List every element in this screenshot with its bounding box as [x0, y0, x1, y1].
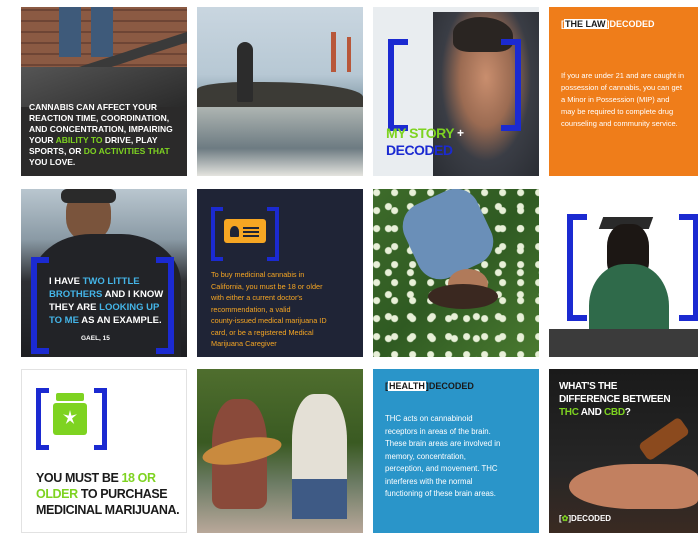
bracket-left-icon — [36, 388, 49, 450]
skater-legs-2 — [91, 7, 113, 57]
medicinal-paragraph: To buy medicinal cannabis in California,… — [211, 270, 327, 348]
bridge-tower — [331, 32, 336, 72]
decoded-badge: [✿]DECODED — [559, 514, 612, 523]
hand-shape — [569, 464, 698, 509]
cap — [61, 189, 116, 203]
ground — [549, 329, 698, 357]
tile1-text: CANNABIS CAN AFFECT YOUR REACTION TIME, … — [29, 102, 173, 167]
tile-medicinal-requirements[interactable]: To buy medicinal cannabis in California,… — [197, 189, 363, 357]
rocks — [197, 82, 363, 107]
tile-beach-photo[interactable] — [197, 7, 363, 176]
tile-cannabis-reaction[interactable]: CANNABIS CAN AFFECT YOUR REACTION TIME, … — [21, 7, 187, 176]
my-story-line2: DECODED — [386, 142, 453, 158]
tile-friends-photo[interactable] — [197, 369, 363, 533]
jeans — [292, 479, 347, 519]
quote-author: GAEL, 15 — [81, 335, 110, 342]
skater-legs — [59, 7, 81, 57]
bracket-right-icon — [94, 388, 107, 450]
bracket-right-icon — [501, 39, 521, 131]
person-denim — [394, 189, 502, 288]
plus-icon: + — [457, 126, 465, 140]
tile-law-decoded[interactable]: [THE LAW]DECODED If you are under 21 and… — [549, 7, 698, 176]
health-tag: [HEALTH]DECODED — [385, 381, 474, 391]
runner-figure — [237, 42, 253, 102]
water-reflection — [197, 107, 363, 176]
bridge-tower-2 — [347, 37, 351, 72]
tile-must-be-18[interactable]: YOU MUST BE 18 OR OLDER TO PURCHASE MEDI… — [21, 369, 187, 533]
quote-text: I HAVE TWO LITTLE BROTHERS AND I KNOW TH… — [49, 276, 164, 326]
ramp — [21, 67, 187, 107]
my-story-line1: MY STORY — [386, 125, 455, 141]
tile-health-decoded[interactable]: [HEALTH]DECODED THC acts on cannabinoid … — [373, 369, 539, 533]
bracket-left-icon — [388, 39, 408, 131]
tile-my-story[interactable]: MY STORY + DECODED — [373, 7, 539, 176]
id-card-icon — [224, 219, 266, 243]
bracket-left-icon — [567, 214, 587, 321]
bracket-left-icon — [31, 257, 49, 354]
tile-thc-cbd[interactable]: WHAT'S THE DIFFERENCE BETWEEN THC AND CB… — [549, 369, 698, 533]
person-hair — [428, 284, 498, 309]
bracket-right-icon — [267, 207, 279, 261]
bracket-left-icon — [211, 207, 223, 261]
must-be-18-text: YOU MUST BE 18 OR OLDER TO PURCHASE MEDI… — [36, 471, 180, 517]
bracket-right-icon — [679, 214, 698, 321]
thc-cbd-title: WHAT'S THE DIFFERENCE BETWEEN THC AND CB… — [559, 381, 671, 418]
tile-gael-quote[interactable]: I HAVE TWO LITTLE BROTHERS AND I KNOW TH… — [21, 189, 187, 357]
tile-flowers-photo[interactable] — [373, 189, 539, 357]
law-tag: [THE LAW]DECODED — [561, 19, 655, 29]
law-paragraph: If you are under 21 and are caught in po… — [561, 71, 685, 128]
tile-graduate[interactable] — [549, 189, 698, 357]
health-paragraph: THC acts on cannabinoid receptors in are… — [385, 414, 501, 498]
dropper-bottle — [637, 416, 691, 462]
cannabis-jar-icon — [53, 393, 87, 435]
